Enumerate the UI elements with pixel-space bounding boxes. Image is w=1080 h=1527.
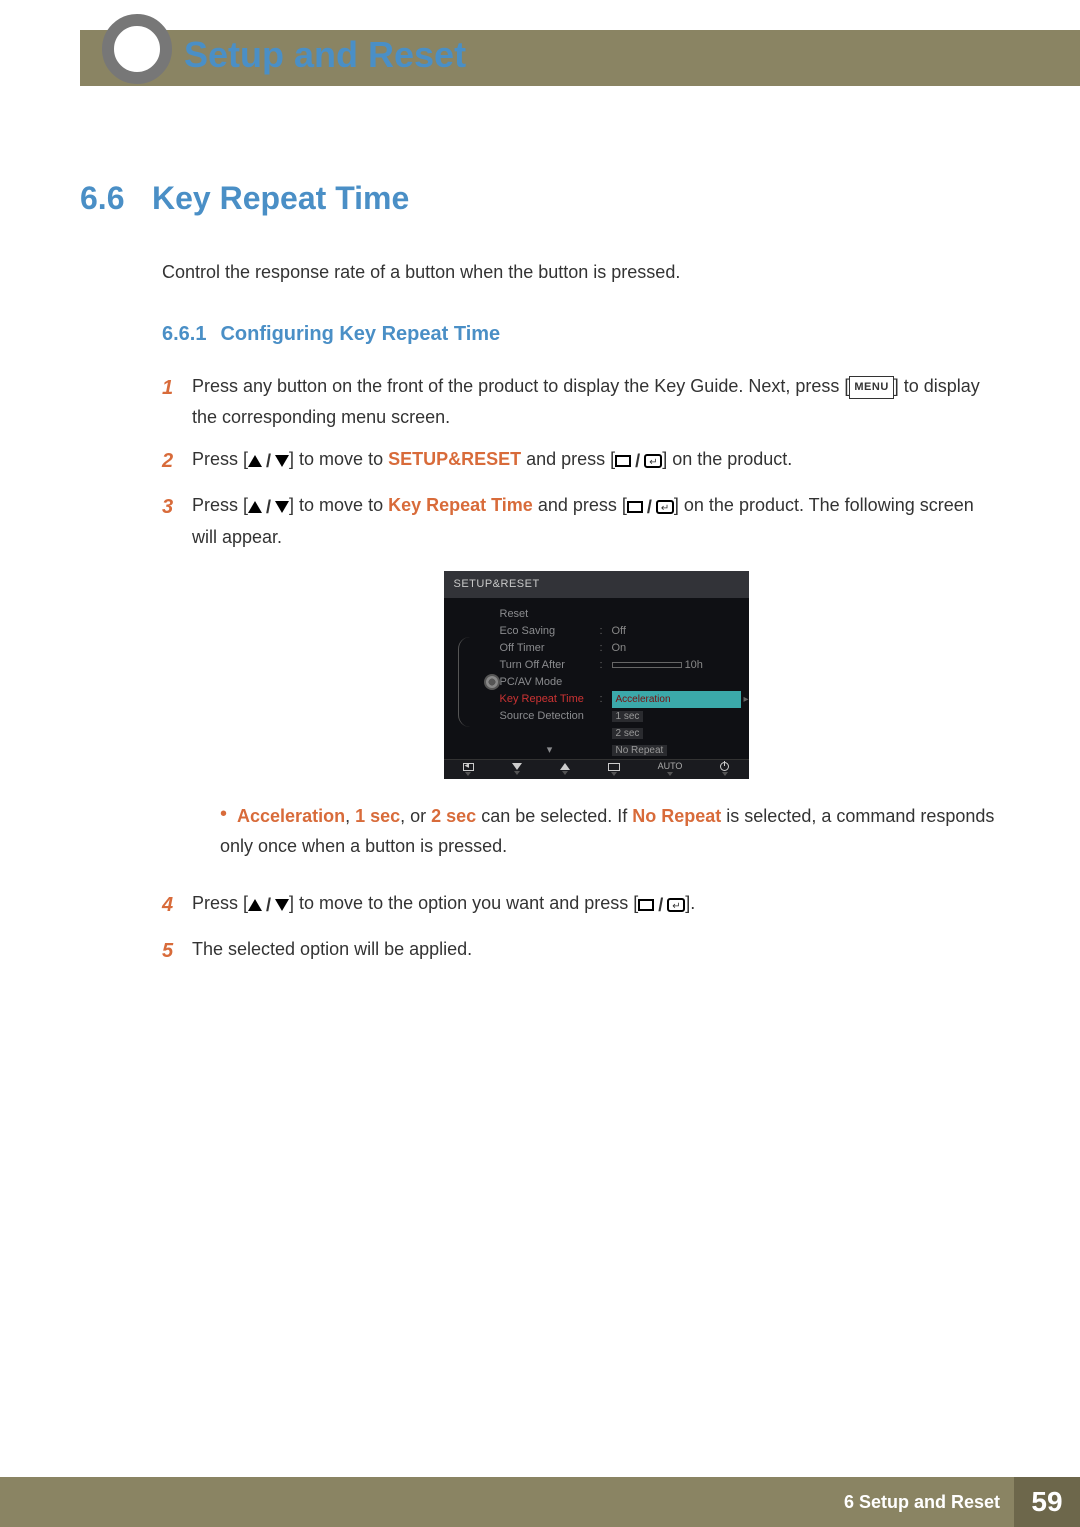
step-number: 1 <box>162 371 192 432</box>
step-number: 5 <box>162 934 192 968</box>
triangle-down-icon <box>275 455 289 467</box>
osd-item-pcav: PC/AV Mode <box>500 673 600 692</box>
osd-right-arrow-icon: ▸ <box>743 691 748 708</box>
osd-dropdown-option: No Repeat <box>612 745 668 756</box>
step-text: The selected option will be applied. <box>192 934 1000 968</box>
osd-title: SETUP&RESET <box>444 571 749 598</box>
osd-item-krt: Key Repeat Time <box>500 690 600 709</box>
bullet-icon: • <box>220 803 227 825</box>
step-number: 3 <box>162 490 192 876</box>
osd-down-icon <box>512 763 522 770</box>
footer-chapter: 6 Setup and Reset <box>844 1492 1000 1513</box>
osd-dropdown-selected: Acceleration <box>612 691 741 708</box>
step-text: Press [/] to move to SETUP&RESET and pre… <box>192 444 1000 478</box>
bullet-note: •Acceleration, 1 sec, or 2 sec can be se… <box>220 797 1000 862</box>
step-number: 4 <box>162 888 192 922</box>
triangle-down-icon <box>275 501 289 513</box>
osd-curve-icon <box>458 637 470 727</box>
enter-icon <box>667 898 685 912</box>
osd-menu-list: Reset Eco Saving:Off Off Timer:On Turn O… <box>500 606 749 759</box>
subsection-number: 6.6.1 <box>162 323 206 345</box>
step-text: Press [/] to move to the option you want… <box>192 888 1000 922</box>
up-down-icons: / <box>248 890 289 921</box>
osd-sidebar <box>444 606 484 759</box>
gear-icon <box>484 674 500 690</box>
step-text: Press [/] to move to Key Repeat Time and… <box>192 490 1000 876</box>
section-content: 6.6Key Repeat Time Control the response … <box>80 180 1000 980</box>
osd-dropdown-option: 1 sec <box>612 711 644 722</box>
enter-icon <box>644 454 662 468</box>
highlight-key-repeat: Key Repeat Time <box>388 495 533 515</box>
select-enter-icons: / <box>627 492 674 523</box>
osd-value-eco: Off <box>612 622 741 641</box>
menu-label-icon: MENU <box>849 376 893 399</box>
osd-footer-bar: AUTO <box>444 759 749 779</box>
page-footer: 6 Setup and Reset 59 <box>0 1477 1080 1527</box>
osd-value-offtimer: On <box>612 639 741 658</box>
enter-icon <box>656 500 674 514</box>
osd-dropdown-option: 2 sec <box>612 728 644 739</box>
up-down-icons: / <box>248 446 289 477</box>
step-text: Press any button on the front of the pro… <box>192 371 1000 432</box>
triangle-down-icon <box>275 899 289 911</box>
osd-item-offtimer: Off Timer <box>500 639 600 658</box>
osd-back-icon <box>463 763 474 771</box>
highlight-setup-reset: SETUP&RESET <box>388 449 521 469</box>
rect-icon <box>638 899 654 911</box>
step-5: 5 The selected option will be applied. <box>162 934 1000 968</box>
select-enter-icons: / <box>638 890 685 921</box>
osd-up-icon <box>560 763 570 770</box>
osd-screenshot: SETUP&RESET Reset Eco Saving:Off Off Tim… <box>444 571 749 779</box>
section-intro: Control the response rate of a button wh… <box>162 262 1000 283</box>
osd-item-turnoff: Turn Off After <box>500 656 600 675</box>
step-4: 4 Press [/] to move to the option you wa… <box>162 888 1000 922</box>
step-3: 3 Press [/] to move to Key Repeat Time a… <box>162 490 1000 876</box>
chapter-circle-icon <box>102 14 172 84</box>
triangle-up-icon <box>248 455 262 467</box>
osd-enter-icon <box>608 763 620 771</box>
section-title: 6.6Key Repeat Time <box>80 180 1000 217</box>
triangle-up-icon <box>248 501 262 513</box>
subsection-title: 6.6.1 Configuring Key Repeat Time <box>162 323 1000 346</box>
osd-item-srcdet: Source Detection <box>500 707 600 726</box>
step-number: 2 <box>162 444 192 478</box>
page-heading: Setup and Reset <box>184 34 466 76</box>
osd-auto-label: AUTO <box>658 762 683 771</box>
osd-item-reset: Reset <box>500 605 600 624</box>
osd-slider-track <box>612 662 682 668</box>
subsection-name: Configuring Key Repeat Time <box>220 323 500 345</box>
osd-item-eco: Eco Saving <box>500 622 600 641</box>
osd-power-icon <box>720 762 729 771</box>
up-down-icons: / <box>248 492 289 523</box>
step-1: 1 Press any button on the front of the p… <box>162 371 1000 432</box>
rect-icon <box>615 455 631 467</box>
select-enter-icons: / <box>615 446 662 477</box>
osd-value-turnoff: 10h <box>685 659 703 671</box>
rect-icon <box>627 501 643 513</box>
footer-page-number: 59 <box>1014 1477 1080 1527</box>
section-number: 6.6 <box>80 180 152 217</box>
step-2: 2 Press [/] to move to SETUP&RESET and p… <box>162 444 1000 478</box>
section-name: Key Repeat Time <box>152 180 409 216</box>
steps-list: 1 Press any button on the front of the p… <box>162 371 1000 968</box>
triangle-up-icon <box>248 899 262 911</box>
